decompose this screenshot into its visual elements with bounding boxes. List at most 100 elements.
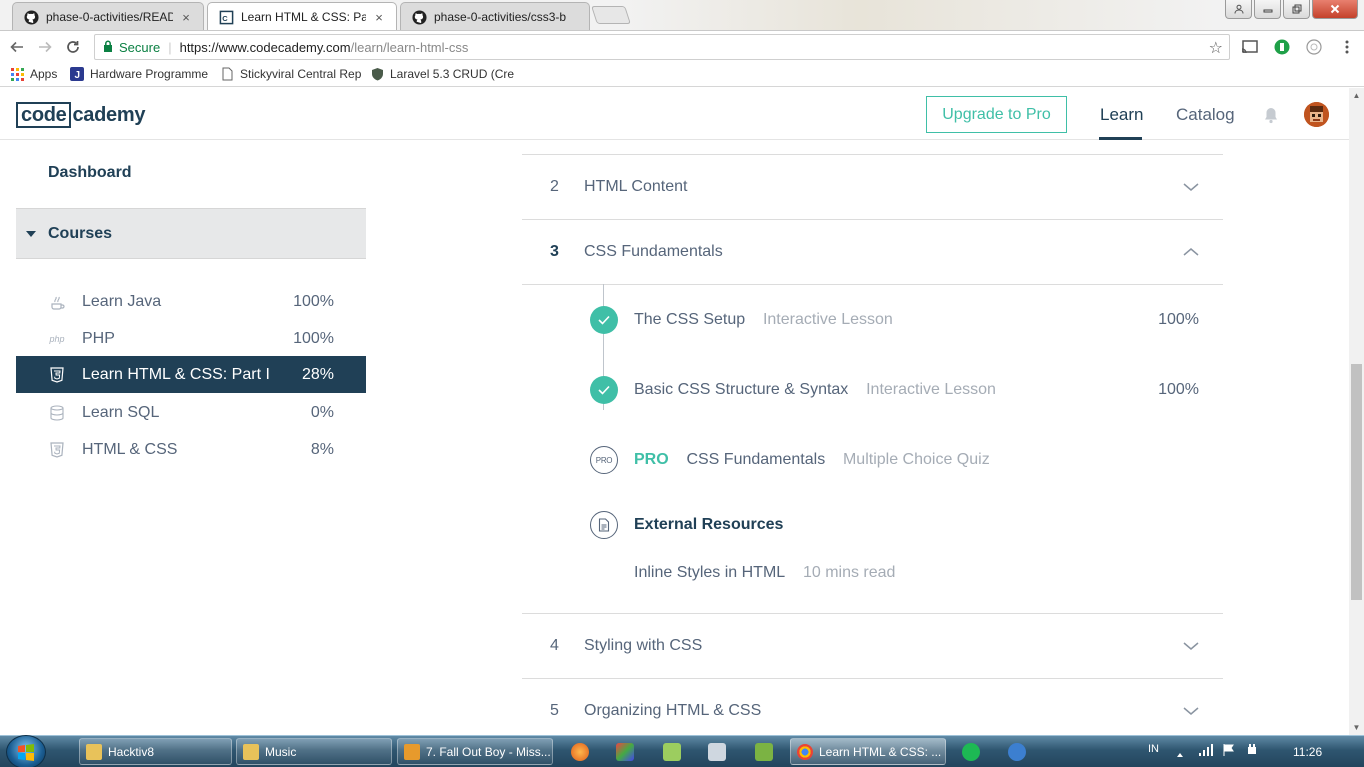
apps-grid-icon bbox=[10, 67, 24, 81]
tray-expand-icon[interactable] bbox=[1176, 746, 1184, 757]
chevron-up-icon bbox=[1183, 248, 1199, 256]
caret-down-icon bbox=[26, 230, 36, 237]
github-icon bbox=[23, 9, 39, 25]
unit-row-styling-with-css[interactable]: 4 Styling with CSS bbox=[522, 614, 1223, 678]
tab-codecademy[interactable]: C Learn HTML & CSS: Part I × bbox=[207, 2, 397, 30]
unit-row-organizing-html-css[interactable]: 5 Organizing HTML & CSS bbox=[522, 679, 1223, 735]
minimize-icon[interactable] bbox=[1254, 0, 1281, 19]
android-icon[interactable] bbox=[755, 743, 773, 761]
system-clock[interactable]: 11:26 bbox=[1293, 745, 1322, 759]
unit-title: Organizing HTML & CSS bbox=[584, 702, 762, 719]
reload-icon[interactable] bbox=[60, 34, 86, 60]
media-player-icon bbox=[404, 743, 420, 760]
taskbar-label: Learn HTML & CSS: ... bbox=[819, 744, 942, 759]
java-icon bbox=[48, 293, 66, 311]
notification-bell-icon[interactable] bbox=[1263, 106, 1279, 124]
course-item-learn-java[interactable]: Learn Java 100% bbox=[16, 283, 366, 320]
extension-green-icon[interactable] bbox=[1273, 38, 1291, 56]
unit-number: 3 bbox=[550, 243, 559, 260]
tab-close-icon[interactable]: × bbox=[372, 10, 386, 25]
avatar[interactable] bbox=[1304, 102, 1329, 127]
restore-icon[interactable] bbox=[1283, 0, 1310, 19]
page-viewport: code cademy Upgrade to Pro Learn Catalog … bbox=[0, 88, 1349, 735]
profile-icon[interactable] bbox=[1225, 0, 1252, 19]
start-button[interactable] bbox=[6, 735, 46, 767]
courses-section-toggle[interactable]: Courses bbox=[16, 208, 366, 259]
chrome-menu-icon[interactable] bbox=[1338, 38, 1356, 56]
bookmark-stickyviral[interactable]: Stickyviral Central Rep bbox=[220, 67, 361, 81]
back-icon[interactable] bbox=[4, 34, 30, 60]
bookmark-hardware[interactable]: J Hardware Programme bbox=[70, 67, 208, 81]
logo-code: code bbox=[16, 102, 72, 128]
course-item-html-css[interactable]: HTML & CSS 8% bbox=[16, 431, 366, 468]
cast-icon[interactable] bbox=[1240, 38, 1258, 56]
lesson-title-group: The CSS Setup Interactive Lesson bbox=[634, 311, 893, 329]
language-indicator[interactable]: IN bbox=[1148, 743, 1159, 755]
scrollbar-thumb[interactable] bbox=[1351, 364, 1362, 600]
page-scrollbar[interactable]: ▲ ▼ bbox=[1349, 88, 1364, 735]
keyboard-icon[interactable] bbox=[708, 743, 726, 761]
course-name: Learn SQL bbox=[82, 403, 160, 421]
taskbar-item-music[interactable]: Music bbox=[236, 738, 392, 765]
course-item-learn-html-css-part-1[interactable]: Learn HTML & CSS: Part I 28% bbox=[16, 356, 366, 393]
bookmark-label: Stickyviral Central Rep bbox=[240, 67, 362, 81]
url-path: /learn/learn-html-css bbox=[350, 39, 469, 55]
lesson-title-group: Basic CSS Structure & Syntax Interactive… bbox=[634, 381, 996, 399]
course-progress: 100% bbox=[293, 329, 334, 347]
tab-github-css3[interactable]: phase-0-activities/css3-b bbox=[400, 2, 590, 30]
lesson-item-css-fundamentals-quiz[interactable]: PRO PRO CSS Fundamentals Multiple Choice… bbox=[590, 445, 1220, 475]
chrome-icon bbox=[797, 743, 813, 760]
app-blue-icon[interactable] bbox=[1008, 743, 1026, 761]
bookmark-star-icon[interactable]: ☆ bbox=[1209, 38, 1223, 58]
chevron-down-icon bbox=[1183, 642, 1199, 650]
unit-number: 2 bbox=[550, 178, 559, 195]
nav-learn[interactable]: Learn bbox=[1100, 105, 1143, 125]
close-window-icon[interactable] bbox=[1312, 0, 1358, 19]
course-item-learn-sql[interactable]: Learn SQL 0% bbox=[16, 394, 366, 431]
unit-title: HTML Content bbox=[584, 178, 688, 195]
action-center-flag-icon[interactable] bbox=[1222, 743, 1236, 757]
scroll-up-icon[interactable]: ▲ bbox=[1349, 88, 1364, 103]
taskbar-item-chrome[interactable]: Learn HTML & CSS: ... bbox=[790, 738, 946, 765]
taskbar-item-media-player[interactable]: 7. Fall Out Boy - Miss... bbox=[397, 738, 553, 765]
codecademy-icon: C bbox=[218, 9, 234, 25]
course-item-php[interactable]: php PHP 100% bbox=[16, 320, 366, 357]
lesson-item-css-setup[interactable]: The CSS Setup Interactive Lesson 100% bbox=[590, 305, 1220, 335]
lesson-item-basic-css-structure[interactable]: Basic CSS Structure & Syntax Interactive… bbox=[590, 375, 1220, 405]
taskbar-label: Music bbox=[265, 744, 297, 759]
dashboard-link[interactable]: Dashboard bbox=[48, 164, 132, 182]
course-progress: 8% bbox=[310, 440, 334, 458]
bookmark-laravel[interactable]: Laravel 5.3 CRUD (Cre bbox=[370, 67, 514, 81]
scroll-down-icon[interactable]: ▼ bbox=[1349, 720, 1364, 735]
new-tab-button[interactable] bbox=[591, 6, 631, 24]
extension-gray-icon[interactable] bbox=[1305, 38, 1323, 56]
unit-row-html-content[interactable]: 2 HTML Content bbox=[522, 155, 1223, 219]
unit-title: Styling with CSS bbox=[584, 637, 703, 654]
lesson-title-group: PRO CSS Fundamentals Multiple Choice Qui… bbox=[634, 451, 990, 469]
logo-cademy: cademy bbox=[72, 103, 146, 126]
folder-icon bbox=[243, 743, 259, 760]
power-plug-icon[interactable] bbox=[1245, 743, 1259, 757]
checkmark-icon bbox=[590, 376, 618, 404]
codecademy-logo[interactable]: code cademy bbox=[16, 102, 145, 128]
resource-name: Inline Styles in HTML bbox=[634, 564, 786, 581]
tab-close-icon[interactable]: × bbox=[179, 10, 193, 25]
nav-catalog[interactable]: Catalog bbox=[1176, 105, 1235, 125]
forward-icon[interactable] bbox=[32, 34, 58, 60]
taskbar-item-hacktiv8[interactable]: Hacktiv8 bbox=[79, 738, 232, 765]
course-progress: 0% bbox=[310, 403, 334, 421]
address-bar[interactable]: Secure | https://www.codecademy.com/lear… bbox=[94, 34, 1230, 60]
unit-row-css-fundamentals[interactable]: 3 CSS Fundamentals bbox=[522, 220, 1223, 284]
database-icon bbox=[48, 404, 66, 422]
upgrade-to-pro-button[interactable]: Upgrade to Pro bbox=[926, 96, 1067, 133]
firefox-icon[interactable] bbox=[571, 743, 589, 761]
app-icon[interactable] bbox=[663, 743, 681, 761]
lock-icon bbox=[103, 40, 113, 55]
network-signal-icon[interactable] bbox=[1198, 743, 1214, 757]
tab-github-readme[interactable]: phase-0-activities/READM × bbox=[12, 2, 204, 30]
resource-item-inline-styles[interactable]: Inline Styles in HTML 10 mins read bbox=[590, 558, 1220, 588]
bookmark-apps[interactable]: Apps bbox=[10, 67, 57, 81]
spotify-icon[interactable] bbox=[962, 743, 980, 761]
pinwheel-icon[interactable] bbox=[616, 743, 634, 761]
github-icon bbox=[411, 9, 427, 25]
